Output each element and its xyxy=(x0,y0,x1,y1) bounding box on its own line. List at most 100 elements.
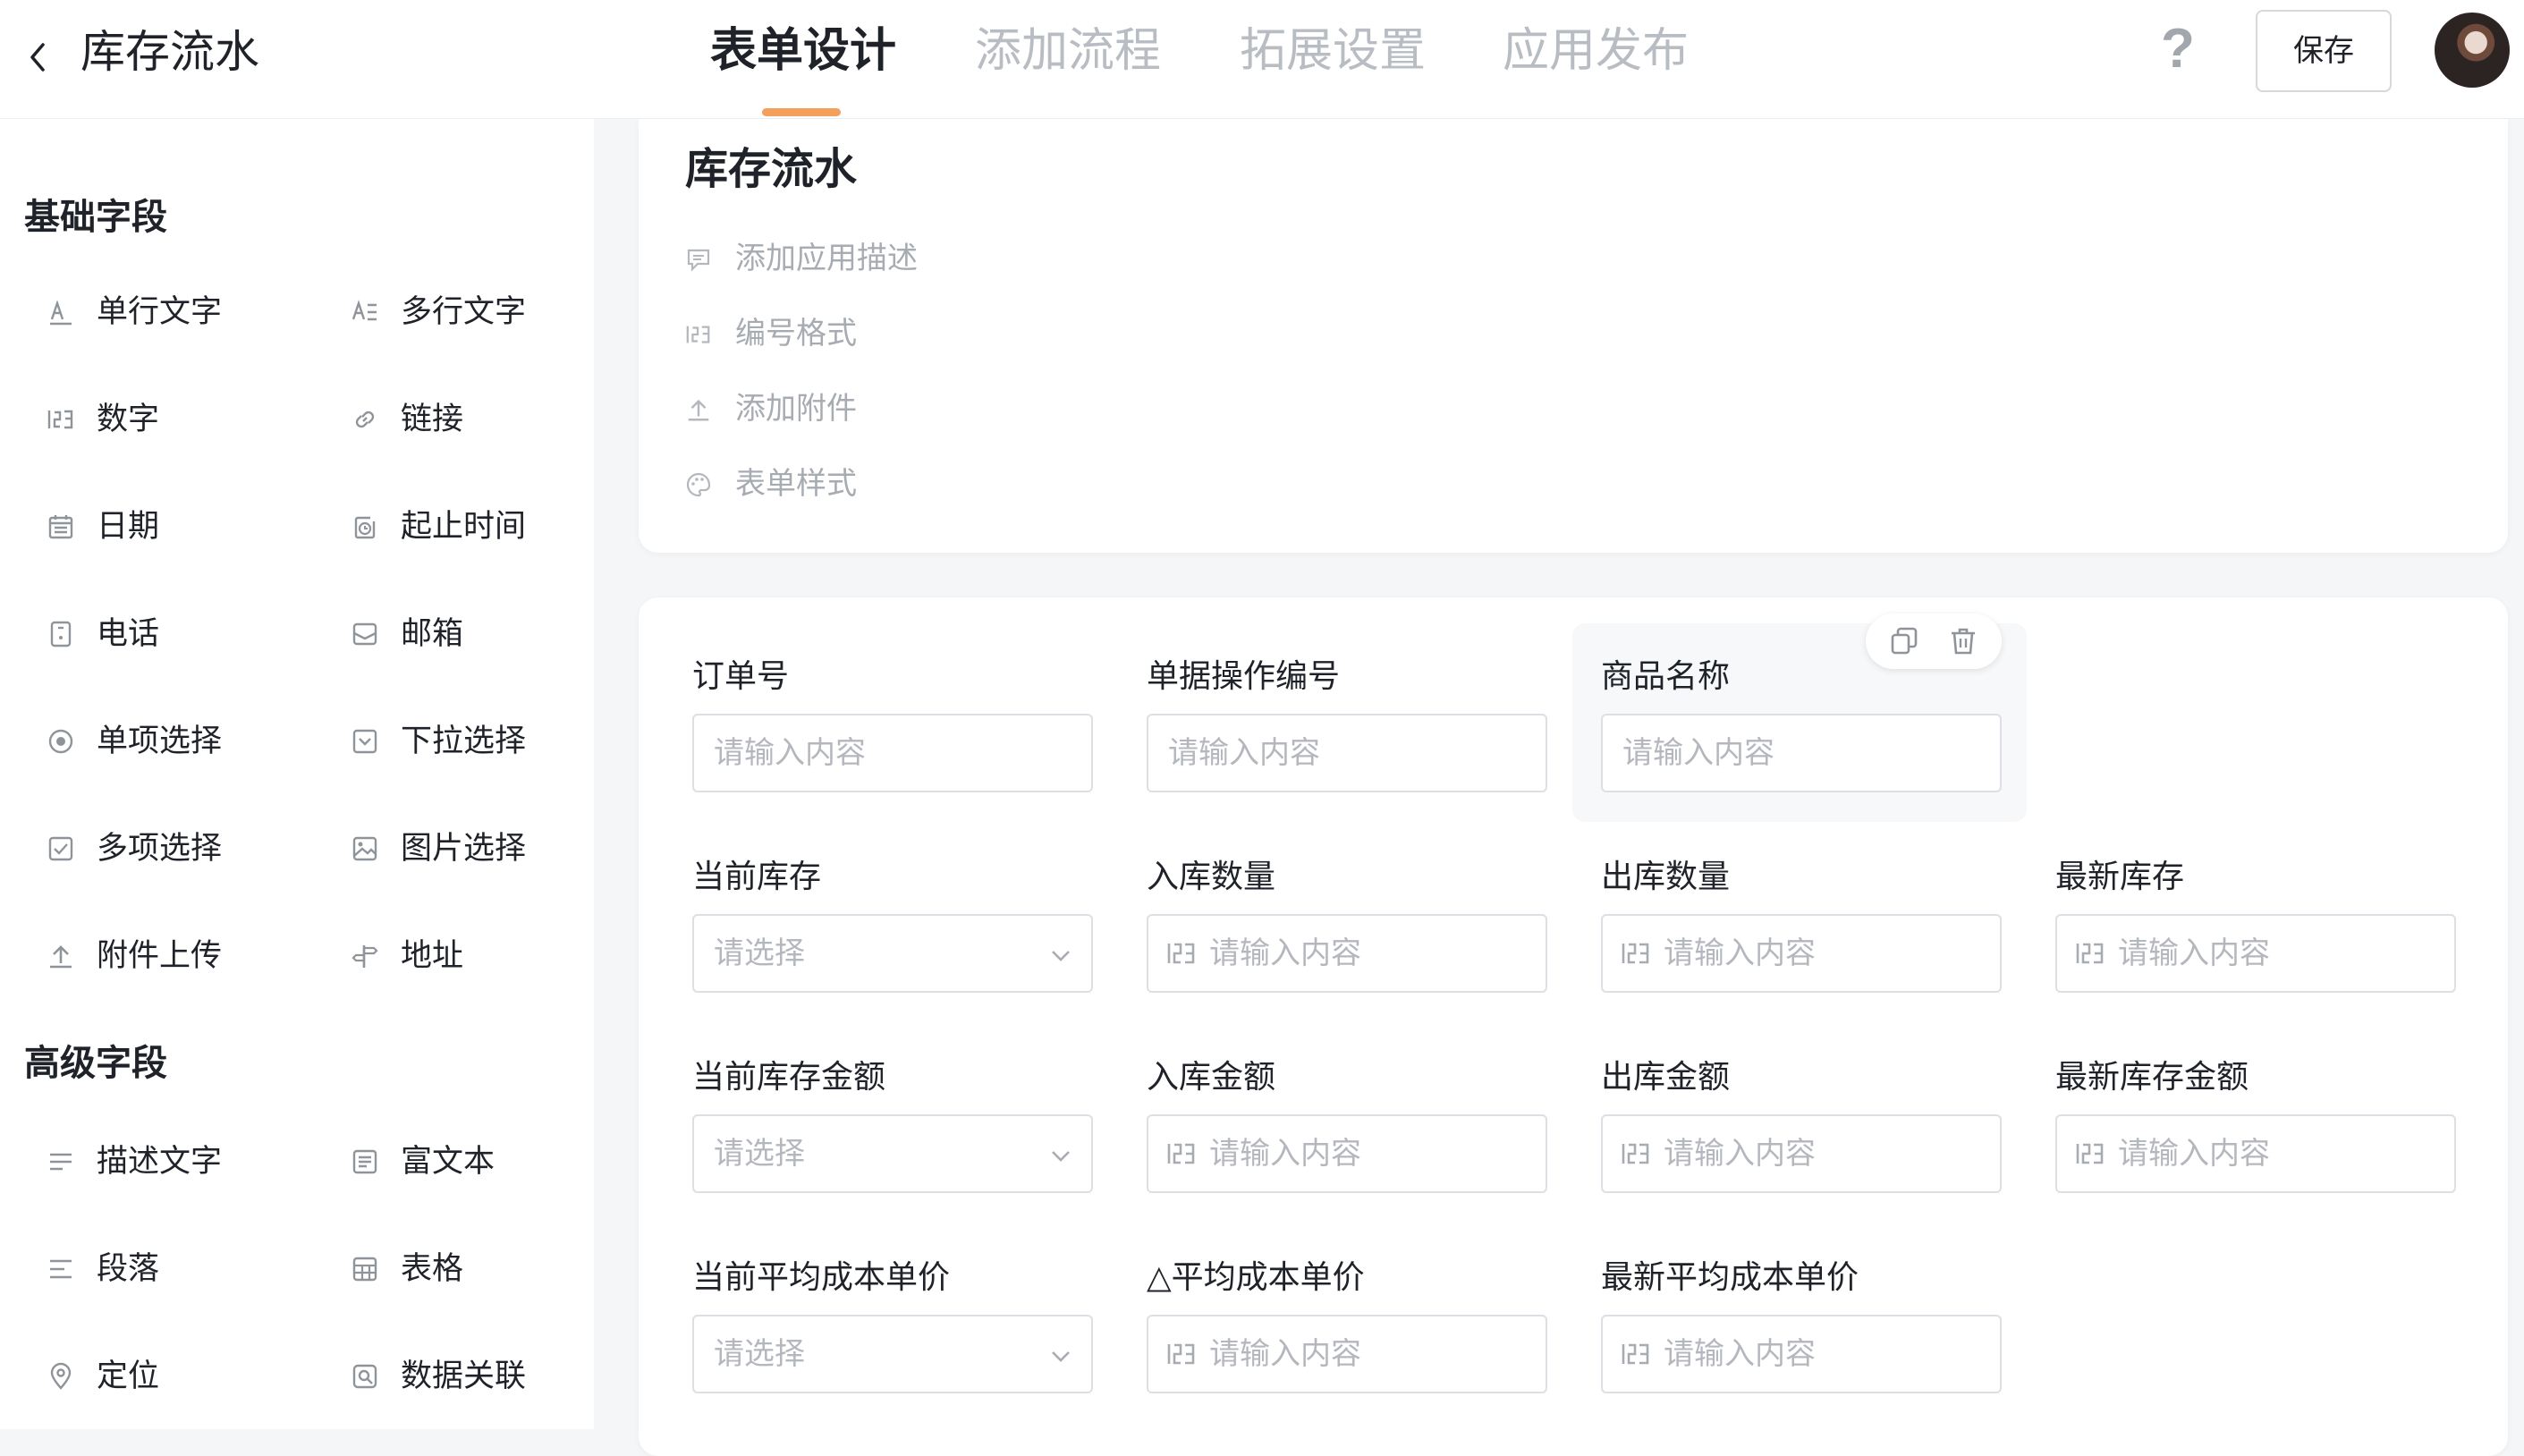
form-field[interactable]: 当前库存金额请选择 xyxy=(692,1057,1093,1193)
form-field[interactable]: 入库金额 请输入内容 xyxy=(1147,1057,1547,1193)
form-field[interactable]: 订单号 请输入内容 xyxy=(692,656,1093,792)
form-field-label: 出库数量 xyxy=(1601,858,1731,894)
phone-icon xyxy=(50,621,72,648)
chevron-down-icon xyxy=(1052,1151,1070,1162)
form-field[interactable]: 最新库存金额请输入内容 xyxy=(2055,1057,2456,1193)
tab-app-publish[interactable]: 应用发布 xyxy=(1503,23,1689,79)
form-field[interactable]: △平均成本单价 请输入内容 xyxy=(1147,1257,1547,1393)
copy-field-button[interactable] xyxy=(1887,624,1921,658)
form-title[interactable]: 库存流水 xyxy=(685,144,857,196)
tab-add-process[interactable]: 添加流程 xyxy=(975,23,1161,79)
input-placeholder: 请选择 xyxy=(714,936,805,970)
form-field-select[interactable]: 请选择 xyxy=(692,914,1093,993)
form-header-card: 库存流水 添加应用描述 编号格式 添加附件 表单样式 xyxy=(639,119,2508,553)
form-field[interactable]: 出库数量请输入内容 xyxy=(1601,857,2002,993)
meta-item-label: 表单样式 xyxy=(735,467,857,501)
meta-item-label: 添加附件 xyxy=(735,392,857,426)
avatar[interactable] xyxy=(2435,13,2510,88)
basic-fields-title: 基础字段 xyxy=(24,198,167,237)
checkbox-icon xyxy=(48,836,73,861)
form-field-select[interactable]: 请选择 xyxy=(692,1315,1093,1393)
time-range-icon xyxy=(354,516,376,539)
input-placeholder: 请输入内容 xyxy=(1168,736,1320,770)
number-icon xyxy=(1167,943,1195,964)
paragraph-icon xyxy=(50,1259,72,1279)
form-field-label: 订单号 xyxy=(692,657,790,694)
chevron-down-icon xyxy=(1052,951,1070,961)
form-field-label: 最新平均成本单价 xyxy=(1601,1258,1859,1295)
form-field-label: 当前库存金额 xyxy=(692,1058,886,1095)
tab-extension-settings[interactable]: 拓展设置 xyxy=(1240,23,1426,79)
form-field-label: 出库金额 xyxy=(1601,1058,1731,1095)
form-field-number-input[interactable]: 请输入内容 xyxy=(1601,914,2002,993)
number-icon xyxy=(2076,943,2104,964)
form-field-label: 当前库存 xyxy=(692,858,822,894)
form-field[interactable]: 单据操作编号 请输入内容 xyxy=(1147,656,1547,792)
form-field-label: 商品名称 xyxy=(1601,657,1731,694)
input-placeholder: 请选择 xyxy=(714,1337,805,1371)
form-field[interactable]: 出库金额 请输入内容 xyxy=(1601,1057,2002,1193)
form-field-number-input[interactable]: 请输入内容 xyxy=(1147,914,1547,993)
palette-item-label: 多行文字 xyxy=(401,294,527,329)
palette-item-label: 单行文字 xyxy=(97,294,223,329)
active-tab-indicator xyxy=(762,108,841,116)
number-icon xyxy=(1622,943,1649,964)
field-palette: 基础字段 单行文字 多行文字 数字 链接 日期 起止时间 电话 邮箱 单项选择 xyxy=(0,119,594,1429)
table-icon xyxy=(352,1257,377,1282)
image-icon xyxy=(352,836,377,861)
form-field[interactable]: 当前库存 请选择 xyxy=(692,857,1093,993)
palette-item-label: 数据关联 xyxy=(401,1359,527,1393)
mail-icon xyxy=(352,622,377,646)
number-icon xyxy=(1622,1143,1649,1164)
tab-form-design[interactable]: 表单设计 xyxy=(710,23,896,79)
form-field[interactable]: 入库数量请输入内容 xyxy=(1147,857,1547,993)
delete-field-button[interactable] xyxy=(1946,624,1980,658)
palette-item-label: 段落 xyxy=(97,1251,160,1286)
palette-item-label: 日期 xyxy=(97,509,160,544)
form-field-select[interactable]: 请选择 xyxy=(692,1114,1093,1193)
form-field-label: 入库数量 xyxy=(1147,858,1276,894)
form-field-number-input[interactable]: 请输入内容 xyxy=(1601,1315,2002,1393)
form-field-number-input[interactable]: 请输入内容 xyxy=(1147,1114,1547,1193)
palette-item-label: 定位 xyxy=(97,1359,160,1393)
upload-icon xyxy=(688,399,709,421)
palette-item-label: 地址 xyxy=(401,938,464,973)
meta-item-label: 编号格式 xyxy=(735,317,857,351)
palette-item-label: 多项选择 xyxy=(97,831,223,866)
form-field-number-input[interactable]: 请输入内容 xyxy=(2055,914,2456,993)
back-arrow-icon[interactable] xyxy=(27,36,48,79)
multi-line-text-icon xyxy=(351,300,377,321)
form-field[interactable]: 商品名称 请输入内容 xyxy=(1601,656,2002,792)
input-placeholder: 请输入内容 xyxy=(1664,936,1816,970)
form-field-number-input[interactable]: 请输入内容 xyxy=(1147,1315,1547,1393)
input-placeholder: 请选择 xyxy=(714,1137,805,1171)
save-button[interactable]: 保存 xyxy=(2256,10,2392,92)
form-field[interactable]: 最新库存 请输入内容 xyxy=(2055,857,2456,993)
trash-icon xyxy=(1952,628,1975,655)
palette-item-label: 数字 xyxy=(97,402,160,436)
number-icon xyxy=(1167,1343,1195,1365)
form-field-label: 当前平均成本单价 xyxy=(692,1258,951,1295)
palette-item-label: 下拉选择 xyxy=(401,724,527,758)
dropdown-icon xyxy=(352,729,377,754)
app-title: 库存流水 xyxy=(80,27,259,77)
number-icon xyxy=(1622,1343,1649,1365)
help-icon[interactable]: ? xyxy=(2161,20,2195,79)
palette-item-label: 单项选择 xyxy=(97,724,223,758)
link-icon xyxy=(355,411,375,428)
date-icon xyxy=(48,515,73,539)
form-field[interactable]: 当前平均成本单价请选择 xyxy=(692,1257,1093,1393)
form-field-text-input[interactable]: 请输入内容 xyxy=(1601,714,2002,792)
form-field-number-input[interactable]: 请输入内容 xyxy=(2055,1114,2456,1193)
form-field-number-input[interactable]: 请输入内容 xyxy=(1601,1114,2002,1193)
input-placeholder: 请输入内容 xyxy=(1209,936,1361,970)
form-field-label: 最新库存金额 xyxy=(2055,1058,2249,1095)
form-field-text-input[interactable]: 请输入内容 xyxy=(1147,714,1547,792)
upload-icon xyxy=(50,945,72,969)
form-field[interactable]: 最新平均成本单价请输入内容 xyxy=(1601,1257,2002,1393)
input-placeholder: 请输入内容 xyxy=(2118,1137,2270,1171)
palette-item-label: 链接 xyxy=(401,402,464,436)
form-field-text-input[interactable]: 请输入内容 xyxy=(692,714,1093,792)
location-pin-icon xyxy=(50,1362,72,1390)
input-placeholder: 请输入内容 xyxy=(1664,1337,1816,1371)
